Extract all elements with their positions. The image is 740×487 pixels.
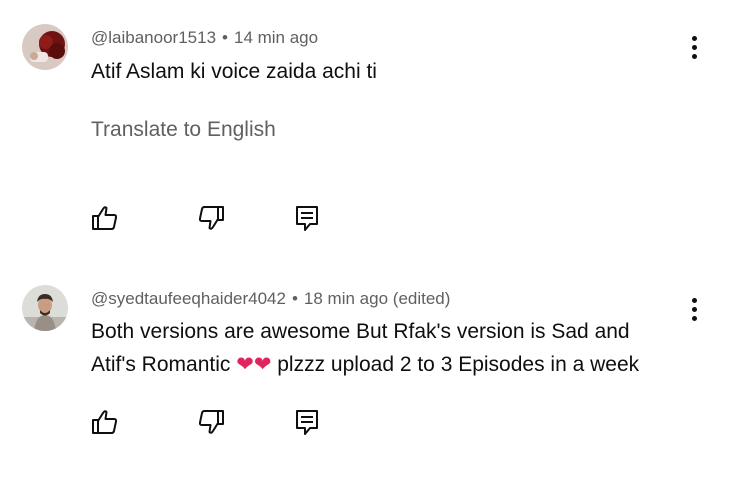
- thumbs-up-icon[interactable]: [90, 407, 120, 437]
- comment-meta: @laibanoor1513 • 14 min ago: [91, 28, 318, 48]
- author-name[interactable]: @syedtaufeeqhaider4042: [91, 289, 286, 308]
- comment-time: 14 min ago: [233, 28, 319, 47]
- comment-text: Both versions are awesome But Rfak's ver…: [91, 315, 691, 381]
- comment-meta: @syedtaufeeqhaider4042 • 18 min ago (edite…: [91, 289, 450, 309]
- comment-line: Atif's Romantic ❤❤ plzzz upload 2 to 3 E…: [91, 348, 691, 381]
- comment-time: 18 min ago: [303, 289, 389, 308]
- comment-text: Atif Aslam ki voice zaida achi ti: [91, 55, 691, 88]
- author-name[interactable]: @laibanoor1513: [91, 28, 216, 47]
- translate-link[interactable]: Translate to English: [91, 118, 276, 142]
- meta-separator: •: [222, 28, 228, 47]
- comment-line-part: Atif's Romantic: [91, 353, 237, 376]
- meta-separator: •: [291, 289, 298, 308]
- avatar[interactable]: [22, 24, 68, 70]
- avatar[interactable]: [22, 285, 68, 331]
- thumbs-up-icon[interactable]: [90, 203, 120, 233]
- comment-1: @laibanoor1513 • 14 min ago Atif Aslam ki …: [0, 0, 740, 250]
- reply-comment-icon[interactable]: [292, 203, 322, 233]
- thumbs-down-icon[interactable]: [196, 203, 226, 233]
- comment-line-part: plzzz upload 2 to 3 Episodes in a week: [271, 353, 640, 376]
- comment-line: Both versions are awesome But Rfak's ver…: [91, 320, 630, 343]
- edited-label: (edited): [392, 289, 451, 308]
- thumbs-down-icon[interactable]: [196, 407, 226, 437]
- comment-2: @syedtaufeeqhaider4042 • 18 min ago (edite…: [0, 250, 740, 487]
- heart-emoji: ❤❤: [236, 353, 272, 376]
- reply-comment-icon[interactable]: [292, 407, 322, 437]
- comment-line: Atif Aslam ki voice zaida achi ti: [91, 60, 377, 83]
